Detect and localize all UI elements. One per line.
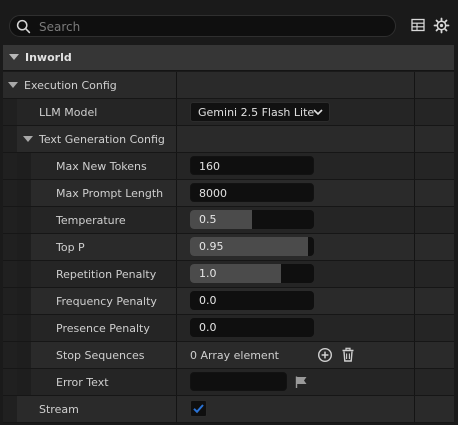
property-row-text-generation-config[interactable]: Text Generation Config (3, 126, 454, 153)
error-text-field[interactable] (190, 372, 287, 391)
slider-value: 1.0 (199, 267, 217, 280)
llm-model-selected-value: Gemini 2.5 Flash Lite (198, 106, 315, 119)
presence-penalty-slider-field[interactable]: 0.0 (190, 318, 314, 337)
settings-button[interactable] (433, 17, 451, 35)
property-list: Execution Config LLM Model Gemini 2.5 Fl… (3, 72, 454, 423)
property-row-stream: Stream (3, 396, 454, 423)
stream-checkbox[interactable] (190, 400, 207, 417)
property-label-max-new-tokens: Max New Tokens (56, 160, 147, 173)
top-p-slider-field[interactable]: 0.95 (190, 237, 314, 256)
property-row-temperature: Temperature 0.5 (3, 207, 454, 234)
property-label-error-text: Error Text (56, 376, 109, 389)
property-row-max-prompt-length: Max Prompt Length 8000 (3, 180, 454, 207)
property-label-temperature: Temperature (56, 214, 126, 227)
collapse-arrow-icon[interactable] (23, 136, 33, 142)
property-row-error-text: Error Text (3, 369, 454, 396)
flag-icon (295, 376, 307, 388)
slider-value: 0.5 (199, 213, 217, 226)
trash-icon (342, 347, 354, 362)
search-input[interactable] (37, 17, 391, 37)
frequency-penalty-slider-field[interactable]: 0.0 (190, 291, 314, 310)
property-label-frequency-penalty: Frequency Penalty (56, 295, 157, 308)
property-row-execution-config[interactable]: Execution Config (3, 72, 454, 99)
max-new-tokens-field[interactable]: 160 (190, 156, 314, 175)
add-element-button[interactable] (317, 347, 333, 363)
details-toolbar (0, 0, 458, 44)
property-label-repetition-penalty: Repetition Penalty (56, 268, 157, 281)
chevron-down-icon (313, 109, 323, 116)
property-row-max-new-tokens: Max New Tokens 160 (3, 153, 454, 180)
llm-model-dropdown[interactable]: Gemini 2.5 Flash Lite (190, 102, 330, 122)
details-panel: Inworld Execution Config LLM Model Gemin… (0, 0, 458, 425)
property-row-repetition-penalty: Repetition Penalty 1.0 (3, 261, 454, 288)
slider-value: 0.0 (199, 321, 217, 334)
slider-value: 0.95 (199, 240, 224, 253)
category-header-inworld[interactable]: Inworld (3, 45, 454, 71)
property-row-presence-penalty: Presence Penalty 0.0 (3, 315, 454, 342)
temperature-slider-field[interactable]: 0.5 (190, 210, 314, 229)
add-circle-icon (317, 347, 333, 363)
property-row-llm-model: LLM Model Gemini 2.5 Flash Lite (3, 99, 454, 126)
property-row-frequency-penalty: Frequency Penalty 0.0 (3, 288, 454, 315)
table-view-icon (411, 18, 425, 32)
property-label-max-prompt-length: Max Prompt Length (56, 187, 164, 200)
search-box[interactable] (9, 15, 396, 37)
property-label-llm-model: LLM Model (39, 106, 98, 119)
array-element-count: 0 Array element (190, 349, 279, 362)
search-icon (16, 19, 31, 34)
slider-value: 0.0 (199, 294, 217, 307)
property-row-stop-sequences: Stop Sequences 0 Array element (3, 342, 454, 369)
collapse-arrow-icon[interactable] (8, 82, 18, 88)
localization-flag-button[interactable] (294, 375, 310, 391)
property-row-top-p: Top P 0.95 (3, 234, 454, 261)
table-view-button[interactable] (410, 17, 428, 35)
gear-icon (433, 17, 450, 34)
checkmark-icon (193, 404, 204, 414)
clear-elements-button[interactable] (340, 347, 356, 363)
category-title: Inworld (25, 51, 72, 64)
section-label-text-generation-config: Text Generation Config (39, 133, 165, 146)
collapse-arrow-icon[interactable] (9, 54, 19, 60)
property-label-stream: Stream (39, 403, 79, 416)
property-label-top-p: Top P (56, 241, 85, 254)
section-label-execution-config: Execution Config (24, 79, 117, 92)
property-label-presence-penalty: Presence Penalty (56, 322, 150, 335)
property-label-stop-sequences: Stop Sequences (56, 349, 145, 362)
max-prompt-length-field[interactable]: 8000 (190, 183, 314, 202)
repetition-penalty-slider-field[interactable]: 1.0 (190, 264, 314, 283)
